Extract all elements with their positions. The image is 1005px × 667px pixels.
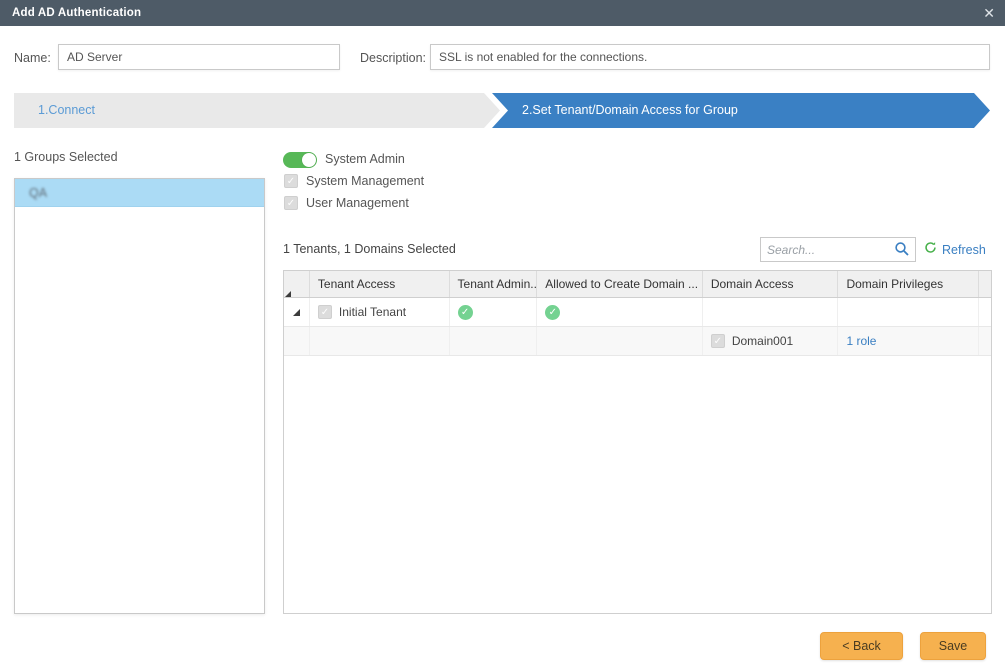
tenant-name: Initial Tenant xyxy=(339,305,406,319)
allowed-create-domain-cell: ✓ xyxy=(537,298,703,326)
back-button[interactable]: < Back xyxy=(820,632,903,660)
col-domain-access[interactable]: Domain Access xyxy=(703,271,839,297)
system-management-label: System Management xyxy=(306,174,424,188)
user-management-checkbox[interactable]: ✓ xyxy=(284,196,298,210)
toggle-knob xyxy=(302,153,316,167)
tenant-access-cell[interactable]: ✓ Initial Tenant xyxy=(310,298,450,326)
grid-header: Tenant Access Tenant Admin... Allowed to… xyxy=(284,271,991,298)
col-tenant-access[interactable]: Tenant Access xyxy=(310,271,450,297)
domain-checkbox[interactable]: ✓ xyxy=(711,334,725,348)
dialog-titlebar: Add AD Authentication ✕ xyxy=(0,0,1005,26)
tenant-admin-cell: ✓ xyxy=(450,298,538,326)
spacer-cell xyxy=(979,327,991,355)
spacer-cell xyxy=(979,298,991,326)
col-allowed-create-domain[interactable]: Allowed to Create Domain ... xyxy=(537,271,703,297)
group-name: QA xyxy=(29,186,47,200)
tenant-admin-check-icon: ✓ xyxy=(458,305,473,320)
user-management-row[interactable]: ✓ User Management xyxy=(284,196,409,210)
domain-collapse-cell xyxy=(284,327,310,355)
description-input[interactable] xyxy=(430,44,990,70)
dialog-title: Add AD Authentication xyxy=(12,0,141,26)
domain-tenant-admin-cell xyxy=(450,327,538,355)
wizard-step-2-label: 2.Set Tenant/Domain Access for Group xyxy=(482,93,990,128)
refresh-icon xyxy=(924,241,937,259)
system-admin-toggle[interactable] xyxy=(283,152,317,168)
name-label: Name: xyxy=(14,51,51,65)
close-icon[interactable]: ✕ xyxy=(983,0,995,26)
search-input[interactable] xyxy=(761,238,889,261)
system-management-row[interactable]: ✓ System Management xyxy=(284,174,424,188)
search-icon[interactable] xyxy=(894,241,910,262)
domain-privileges-cell[interactable]: 1 role xyxy=(838,327,979,355)
system-admin-label: System Admin xyxy=(325,152,405,166)
tenant-domain-grid: Tenant Access Tenant Admin... Allowed to… xyxy=(283,270,992,614)
domain-access-cell[interactable]: ✓ Domain001 xyxy=(703,327,839,355)
wizard-step-1[interactable]: 1.Connect xyxy=(14,93,500,128)
role-link[interactable]: 1 role xyxy=(846,334,876,348)
search-box[interactable] xyxy=(760,237,916,262)
domain-name: Domain001 xyxy=(732,334,793,348)
domain-privileges-cell xyxy=(838,298,979,326)
allowed-create-domain-check-icon: ✓ xyxy=(545,305,560,320)
groups-list[interactable]: QA xyxy=(14,178,265,614)
tenants-summary: 1 Tenants, 1 Domains Selected xyxy=(283,242,456,256)
col-spacer xyxy=(979,271,991,297)
domain-tenant-access-cell xyxy=(310,327,450,355)
tenant-checkbox[interactable]: ✓ xyxy=(318,305,332,319)
system-management-checkbox[interactable]: ✓ xyxy=(284,174,298,188)
collapse-all-icon[interactable] xyxy=(284,277,291,297)
save-button[interactable]: Save xyxy=(920,632,986,660)
col-domain-privileges[interactable]: Domain Privileges xyxy=(838,271,979,297)
group-list-item[interactable]: QA xyxy=(15,179,264,207)
domain-row[interactable]: ✓ Domain001 1 role xyxy=(284,327,991,356)
description-label: Description: xyxy=(360,51,426,65)
system-admin-label-row: System Admin xyxy=(325,152,405,166)
domain-allowed-create-cell xyxy=(537,327,703,355)
groups-selected-label: 1 Groups Selected xyxy=(14,150,118,164)
tenant-collapse-cell[interactable] xyxy=(284,298,310,326)
domain-access-cell xyxy=(703,298,839,326)
name-input[interactable] xyxy=(58,44,340,70)
col-tenant-admin[interactable]: Tenant Admin... xyxy=(450,271,538,297)
user-management-label: User Management xyxy=(306,196,409,210)
collapse-all-header-cell[interactable] xyxy=(284,271,310,297)
refresh-button[interactable]: Refresh xyxy=(924,241,986,259)
collapse-row-icon[interactable] xyxy=(293,309,300,316)
refresh-label: Refresh xyxy=(942,243,986,257)
tenant-row[interactable]: ✓ Initial Tenant ✓ ✓ xyxy=(284,298,991,327)
wizard-step-1-label: 1.Connect xyxy=(14,93,500,128)
wizard-step-2[interactable]: 2.Set Tenant/Domain Access for Group xyxy=(482,93,990,128)
